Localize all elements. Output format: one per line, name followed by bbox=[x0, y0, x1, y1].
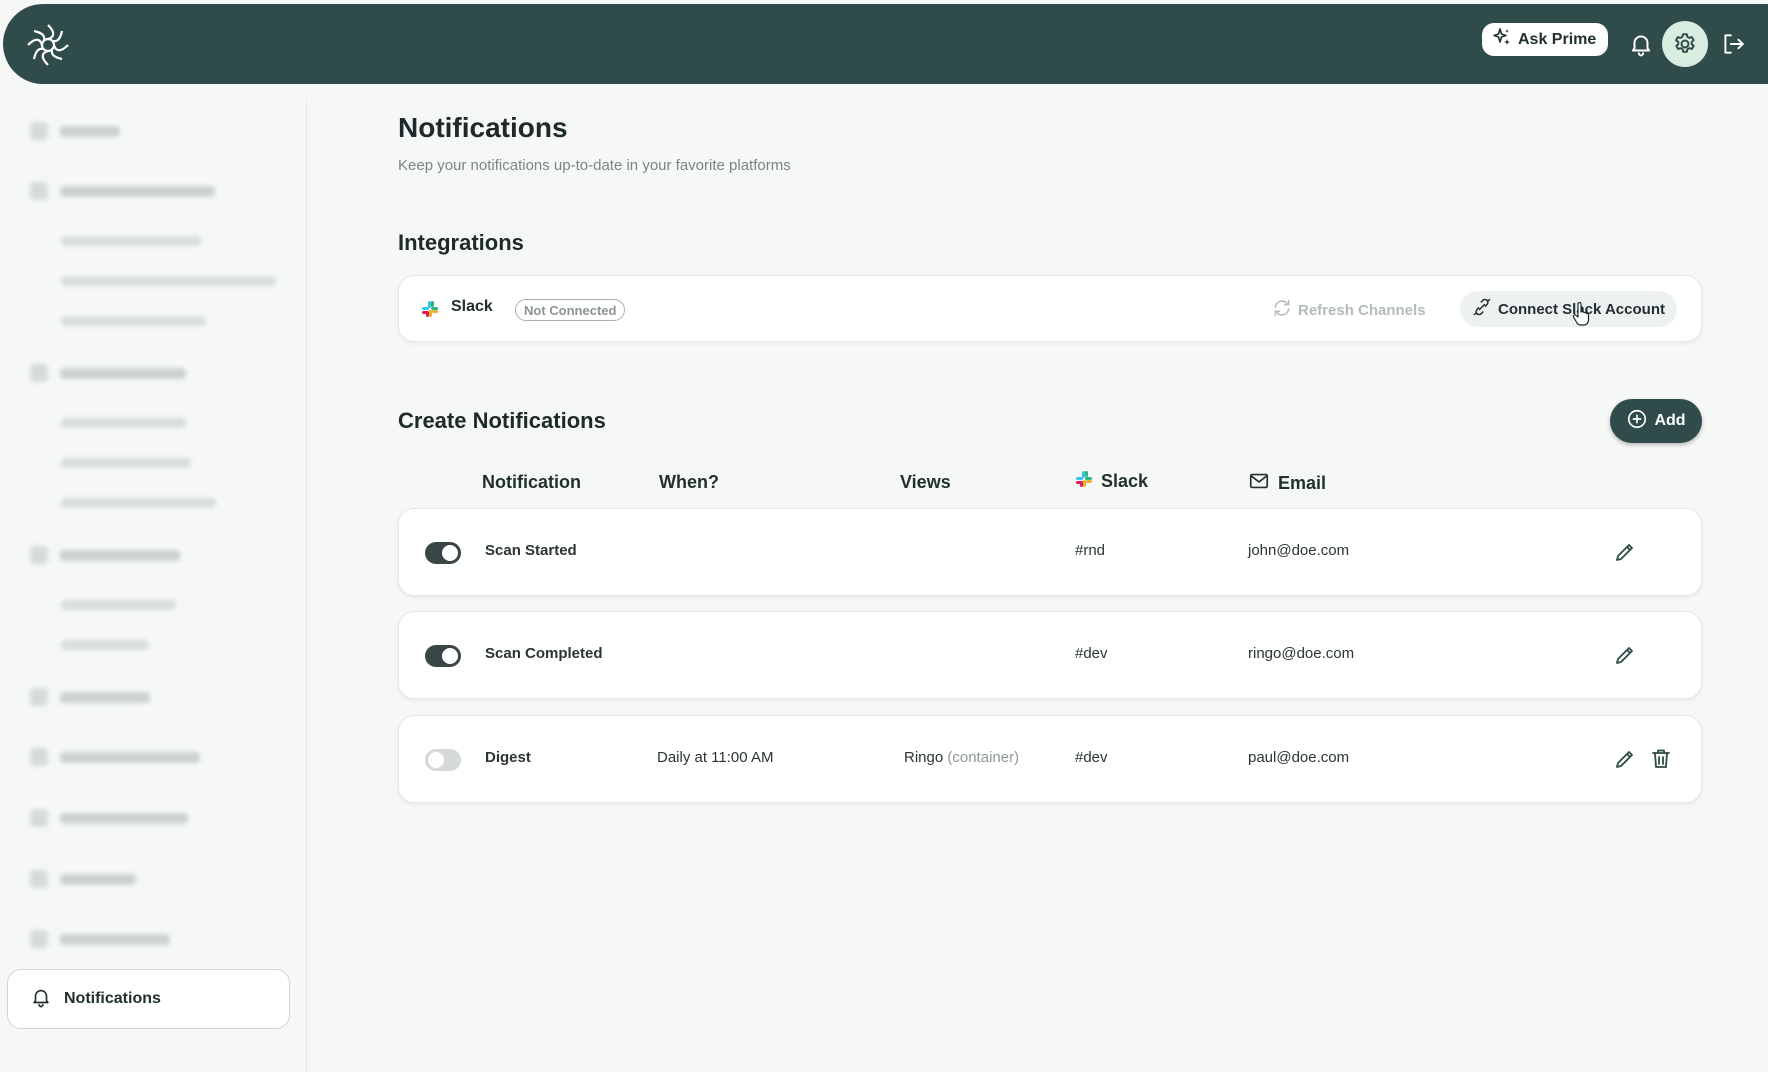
notification-email: paul@doe.com bbox=[1248, 749, 1350, 766]
toggle-knob bbox=[428, 752, 444, 768]
sidebar-subitem-blurred[interactable] bbox=[61, 640, 149, 650]
slack-icon bbox=[1075, 470, 1093, 493]
view-note: (container) bbox=[947, 749, 1020, 766]
table-row: Scan Completed #dev ringo@doe.com bbox=[398, 611, 1702, 699]
logout-icon[interactable] bbox=[1716, 27, 1750, 61]
sidebar-subitem-blurred[interactable] bbox=[61, 458, 191, 468]
add-label: Add bbox=[1654, 412, 1686, 429]
notification-email: john@doe.com bbox=[1248, 542, 1350, 559]
sidebar-item-blurred[interactable] bbox=[30, 122, 120, 140]
toggle-knob bbox=[442, 648, 458, 664]
gear-icon[interactable] bbox=[1662, 21, 1708, 67]
enable-toggle[interactable] bbox=[425, 749, 461, 771]
refresh-icon bbox=[1272, 298, 1292, 322]
sidebar-item-blurred[interactable] bbox=[30, 182, 215, 200]
sidebar-item-blurred[interactable] bbox=[30, 688, 150, 706]
refresh-channels-button[interactable]: Refresh Channels bbox=[1272, 298, 1426, 322]
column-label: Email bbox=[1278, 473, 1327, 493]
sidebar-item-notifications[interactable]: Notifications bbox=[7, 969, 290, 1029]
bell-icon[interactable] bbox=[1624, 27, 1658, 61]
column-label: Slack bbox=[1101, 471, 1149, 491]
column-label: Notification bbox=[482, 472, 581, 492]
sidebar-item-blurred[interactable] bbox=[30, 546, 180, 564]
enable-toggle[interactable] bbox=[425, 542, 461, 564]
sidebar-subitem-blurred[interactable] bbox=[61, 600, 176, 610]
notification-slack-channel: #rnd bbox=[1075, 542, 1106, 559]
enable-toggle[interactable] bbox=[425, 645, 461, 667]
notification-name: Digest bbox=[485, 749, 531, 766]
sparkle-icon bbox=[1492, 27, 1512, 52]
link-icon bbox=[1472, 297, 1492, 321]
sidebar-item-blurred[interactable] bbox=[30, 364, 186, 382]
logo-icon[interactable] bbox=[25, 22, 71, 68]
toggle-knob bbox=[442, 545, 458, 561]
trash-icon[interactable] bbox=[1649, 747, 1673, 771]
column-label: When? bbox=[659, 472, 719, 492]
table-row: Scan Started #rnd john@doe.com bbox=[398, 508, 1702, 596]
sidebar-subitem-blurred[interactable] bbox=[61, 498, 216, 508]
column-header-notification: Notification bbox=[482, 472, 581, 493]
column-header-email: Email bbox=[1248, 470, 1326, 497]
sidebar-item-blurred[interactable] bbox=[30, 809, 188, 827]
mail-icon bbox=[1248, 470, 1270, 497]
notification-email: ringo@doe.com bbox=[1248, 645, 1355, 662]
view-name: Ringo bbox=[904, 749, 944, 766]
slack-integration-card: Slack Not Connected Refresh Channels Con… bbox=[398, 275, 1702, 342]
slack-icon bbox=[421, 300, 439, 318]
pencil-icon[interactable] bbox=[1613, 643, 1637, 667]
create-notifications-title: Create Notifications bbox=[398, 408, 606, 433]
sidebar-item-blurred[interactable] bbox=[30, 930, 170, 948]
plus-circle-icon bbox=[1626, 408, 1648, 435]
notification-name: Scan Completed bbox=[485, 645, 603, 662]
notification-when: Daily at 11:00 AM bbox=[657, 749, 774, 766]
sidebar-subitem-blurred[interactable] bbox=[61, 316, 206, 326]
ask-prime-button[interactable]: Ask Prime bbox=[1482, 23, 1609, 56]
pencil-icon[interactable] bbox=[1613, 540, 1637, 564]
page-title: Notifications bbox=[398, 112, 568, 143]
sidebar-item-label: Notifications bbox=[64, 990, 161, 1007]
notification-slack-channel: #dev bbox=[1075, 749, 1108, 766]
integration-name: Slack bbox=[451, 298, 493, 315]
notification-name: Scan Started bbox=[485, 542, 577, 559]
column-header-when: When? bbox=[659, 472, 719, 493]
sidebar-subitem-blurred[interactable] bbox=[61, 418, 186, 428]
bell-icon bbox=[30, 986, 52, 1013]
connect-slack-button[interactable]: Connect Slack Account bbox=[1460, 291, 1677, 327]
column-header-views: Views bbox=[900, 472, 951, 493]
refresh-label: Refresh Channels bbox=[1298, 301, 1426, 319]
mouse-cursor-icon bbox=[1572, 301, 1590, 326]
table-row: Digest Daily at 11:00 AM Ringo (containe… bbox=[398, 715, 1702, 803]
notification-view: Ringo (container) bbox=[904, 749, 1019, 766]
sidebar-item-blurred[interactable] bbox=[30, 870, 136, 888]
status-badge: Not Connected bbox=[515, 299, 626, 321]
sidebar-subitem-blurred[interactable] bbox=[61, 236, 201, 246]
column-label: Views bbox=[900, 472, 951, 492]
sidebar-item-blurred[interactable] bbox=[30, 748, 200, 766]
pencil-icon[interactable] bbox=[1613, 747, 1637, 771]
column-header-slack: Slack bbox=[1075, 470, 1148, 493]
integrations-title: Integrations bbox=[398, 230, 524, 255]
notification-slack-channel: #dev bbox=[1075, 645, 1108, 662]
sidebar-subitem-blurred[interactable] bbox=[61, 276, 276, 286]
page-subtitle: Keep your notifications up-to-date in yo… bbox=[398, 157, 791, 174]
sidebar bbox=[0, 100, 307, 1072]
ask-prime-label: Ask Prime bbox=[1518, 30, 1597, 48]
add-notification-button[interactable]: Add bbox=[1610, 399, 1702, 443]
